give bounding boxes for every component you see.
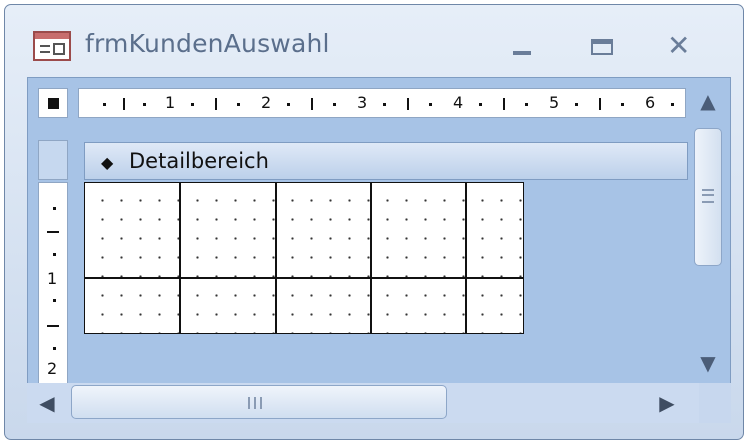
ruler-label: 4: [453, 93, 464, 112]
grid-line: [275, 183, 277, 333]
form-icon: [33, 31, 71, 61]
ruler-dot: [575, 103, 578, 106]
scroll-down-icon[interactable]: ▼: [688, 348, 728, 378]
form-selector[interactable]: [38, 88, 68, 118]
grid-line: [179, 183, 181, 333]
section-label: Detailbereich: [129, 149, 269, 173]
ruler-dot: [429, 103, 432, 106]
detail-section-header[interactable]: ◆ Detailbereich: [84, 142, 688, 180]
grid-line: [370, 183, 372, 333]
ruler-tick: [599, 98, 601, 110]
horizontal-ruler[interactable]: 1 2 3 4 5 6: [78, 88, 686, 118]
ruler-dot: [287, 103, 290, 106]
ruler-dot: [333, 103, 336, 106]
size-grip[interactable]: [699, 383, 731, 423]
ruler-label: 1: [165, 93, 176, 112]
ruler-dot: [143, 103, 146, 106]
vertical-scroll-thumb[interactable]: [694, 128, 722, 266]
title-bar[interactable]: frmKundenAuswahl ✕: [5, 5, 743, 75]
ruler-dot: [621, 103, 624, 106]
ruler-dot: [103, 103, 106, 106]
horizontal-scrollbar[interactable]: ◀ ▶: [27, 383, 699, 423]
vertical-scrollbar[interactable]: ▲ ▼: [688, 86, 728, 378]
form-window: frmKundenAuswahl ✕ 1 2 3 4 5 6 1 2 ◆ Det…: [4, 4, 744, 440]
ruler-dot: [53, 347, 56, 350]
ruler-dot: [383, 103, 386, 106]
ruler-label: 1: [47, 269, 58, 288]
ruler-dot: [191, 103, 194, 106]
ruler-tick: [503, 98, 505, 110]
grid-line: [465, 183, 467, 333]
ruler-dot: [53, 299, 56, 302]
grid-line: [85, 277, 523, 279]
scroll-left-icon[interactable]: ◀: [27, 383, 67, 423]
horizontal-scroll-thumb[interactable]: [71, 385, 447, 419]
ruler-label: 5: [549, 93, 560, 112]
grip-icon: [702, 189, 714, 203]
ruler-tick: [123, 98, 125, 110]
ruler-tick: [407, 98, 409, 110]
window-title: frmKundenAuswahl: [85, 29, 330, 58]
section-selector[interactable]: [38, 140, 68, 180]
ruler-tick: [215, 98, 217, 110]
grip-icon: [248, 397, 262, 409]
ruler-label: 6: [645, 93, 656, 112]
ruler-dot: [479, 103, 482, 106]
ruler-dot: [671, 103, 674, 106]
scroll-right-icon[interactable]: ▶: [647, 383, 687, 423]
ruler-label: 2: [47, 359, 58, 378]
ruler-dot: [53, 253, 56, 256]
ruler-tick: [311, 98, 313, 110]
ruler-dot: [53, 207, 56, 210]
ruler-tick: [47, 231, 59, 233]
ruler-label: 2: [261, 93, 272, 112]
ruler-tick: [47, 325, 59, 327]
scroll-up-icon[interactable]: ▲: [688, 86, 728, 116]
ruler-label: 3: [357, 93, 368, 112]
ruler-dot: [237, 103, 240, 106]
close-icon[interactable]: ✕: [667, 29, 690, 62]
detail-section-grid[interactable]: [84, 182, 524, 334]
section-marker-icon: ◆: [101, 153, 114, 172]
ruler-dot: [525, 103, 528, 106]
form-design-area[interactable]: 1 2 3 4 5 6 1 2 ◆ Detailbereich ▲ ▼: [27, 77, 731, 423]
